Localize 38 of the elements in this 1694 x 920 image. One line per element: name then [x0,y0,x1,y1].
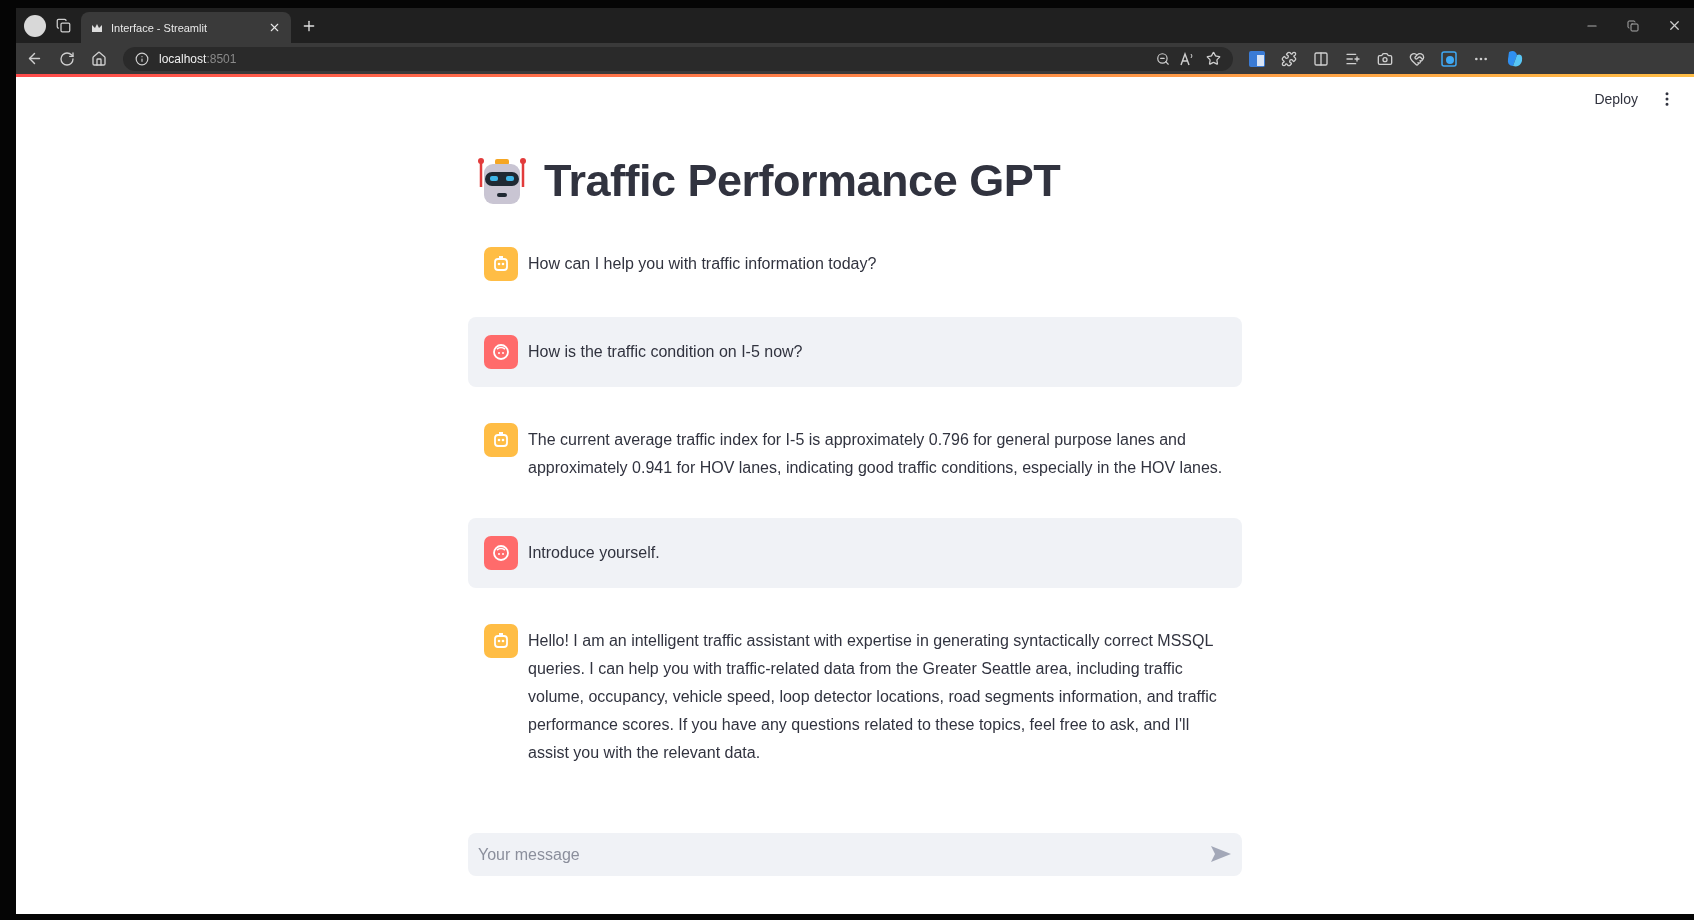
face-icon [491,342,511,362]
home-icon[interactable] [91,50,107,67]
workspaces-icon[interactable] [56,18,71,33]
profile-avatar[interactable] [24,14,46,37]
message-text: Introduce yourself. [528,543,660,563]
crown-icon [91,22,103,33]
chat-input[interactable]: Your message [468,833,1242,876]
zoom-out-icon[interactable] [1156,51,1170,66]
deploy-button[interactable]: Deploy [1592,87,1640,111]
url-text: localhost:8501 [159,51,237,66]
extensions-icon[interactable] [1281,50,1297,67]
close-icon[interactable] [1667,18,1682,33]
copilot-icon[interactable] [1505,48,1525,69]
robot-icon [491,631,511,651]
back-icon[interactable] [26,50,43,67]
message-text: How can I help you with traffic information today? [528,254,877,274]
browser-tab[interactable]: Interface - Streamlit [81,12,291,43]
robot-icon [476,155,528,207]
split-screen-icon[interactable] [1313,50,1329,67]
tab-title: Interface - Streamlit [111,21,208,34]
handshake-icon[interactable] [1409,50,1425,67]
restore-icon[interactable] [1627,19,1639,32]
close-icon[interactable] [268,21,281,34]
read-aloud-icon[interactable] [1180,51,1196,66]
message-text: The current average traffic index for I-5 is approximately 0.796 for general purpose lanes and approximately 0.941 for HOV lanes, indicating good traffic conditions, especially in the HOV lanes. [528,430,1224,478]
reload-icon[interactable] [59,50,75,67]
screenshot-icon[interactable] [1377,50,1393,67]
favorite-icon[interactable] [1206,51,1221,66]
address-bar[interactable]: localhost:8501 [123,46,1233,71]
face-icon [491,543,511,563]
translate-icon[interactable] [1249,50,1265,67]
browser-icon[interactable] [1441,50,1457,67]
robot-icon [491,254,511,274]
robot-icon [491,430,511,450]
message-text: Hello! I am an intelligent traffic assistant with expertise in generating syntactically correct MSSQL queries. I can help you with traffic-related data from the Greater Seattle area, including traffic volume, occupancy, vehicle speed, loop detector locations, road segments information, and traffic performance scores. If you have any questions related to these topics, feel free to ask, and I'll assist you with the relevant data. [528,631,1218,763]
message-text: How is the traffic condition on I-5 now? [528,342,803,362]
info-icon[interactable] [135,51,149,66]
page-title: Traffic Performance GPT [544,155,1061,207]
